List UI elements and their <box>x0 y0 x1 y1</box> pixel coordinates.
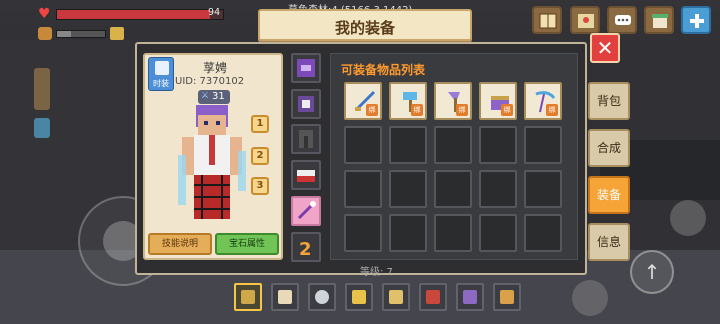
helmet-icon <box>297 59 315 77</box>
side-face-icon[interactable] <box>34 118 50 138</box>
staff-icon <box>297 201 316 220</box>
hotbar-slot-7[interactable] <box>456 283 484 311</box>
gem-attributes-button[interactable]: 宝石属性 <box>215 233 279 255</box>
empty-inventory-slot[interactable] <box>389 170 427 208</box>
equip-slot-accessory[interactable]: 2 <box>291 232 321 262</box>
sword-icon: ⚔ <box>201 91 210 101</box>
empty-inventory-slot[interactable] <box>344 126 382 164</box>
empty-inventory-slot[interactable] <box>524 126 562 164</box>
hotbar-slot-8[interactable] <box>493 283 521 311</box>
empty-inventory-slot[interactable] <box>389 214 427 252</box>
hotbar-slot-5[interactable] <box>382 283 410 311</box>
hotbar-slot-6[interactable] <box>419 283 447 311</box>
leggings-icon <box>299 130 313 148</box>
empty-inventory-slot[interactable] <box>524 170 562 208</box>
character-name: 莩娉 <box>202 61 227 75</box>
inventory-item[interactable]: 绑 <box>344 82 382 120</box>
title-banner: 我的装备 <box>258 9 472 41</box>
fashion-button[interactable]: 时装 <box>148 57 174 91</box>
hunger-bar <box>56 30 106 38</box>
level-readout: 等级: 7 <box>360 267 393 278</box>
empty-inventory-slot[interactable] <box>434 126 472 164</box>
inventory-item[interactable]: 绑 <box>524 82 562 120</box>
hotbar-slot-2[interactable] <box>271 283 299 311</box>
empty-inventory-slot[interactable] <box>479 214 517 252</box>
close-button[interactable]: ✕ <box>590 33 620 63</box>
inventory-title: 可装备物品列表 <box>341 63 426 77</box>
treasure-chest-icon <box>426 290 440 304</box>
bound-badge: 绑 <box>456 104 468 116</box>
character-uid: UID: 7370102 <box>175 76 245 87</box>
hunger-icon <box>38 27 52 40</box>
bound-badge: 绑 <box>501 104 513 116</box>
health-bar-fill <box>57 10 210 19</box>
necklace-icon: 2 <box>299 239 312 260</box>
book-icon <box>539 13 557 29</box>
empty-inventory-slot[interactable] <box>479 170 517 208</box>
empty-inventory-slot[interactable] <box>434 214 472 252</box>
hotbar-slot-3[interactable] <box>308 283 336 311</box>
sword-icon <box>241 290 255 304</box>
empty-inventory-slot[interactable] <box>524 214 562 252</box>
chat-button[interactable] <box>607 6 637 34</box>
tab-equipment[interactable]: 装备 <box>588 176 630 214</box>
inventory-item[interactable]: 绑 <box>389 82 427 120</box>
map-scroll-icon <box>389 290 403 304</box>
side-menu-tab[interactable] <box>34 68 50 110</box>
empty-inventory-slot[interactable] <box>434 170 472 208</box>
add-button[interactable] <box>681 6 711 34</box>
tab-crafting[interactable]: 合成 <box>588 129 630 167</box>
book-button[interactable] <box>532 6 562 34</box>
hotbar-slot-4[interactable] <box>345 283 373 311</box>
empty-inventory-slot[interactable] <box>479 126 517 164</box>
skill-description-button[interactable]: 技能说明 <box>148 233 212 255</box>
crystal-skill-button[interactable] <box>670 200 706 236</box>
skill-slot-2[interactable]: 2 <box>251 147 269 165</box>
bound-badge: 绑 <box>411 104 423 116</box>
bound-badge: 绑 <box>546 104 558 116</box>
skill-slot-1[interactable]: 1 <box>251 115 269 133</box>
ticket-icon <box>352 290 366 304</box>
tab-info[interactable]: 信息 <box>588 223 630 261</box>
boots-icon <box>297 170 315 182</box>
shirt-icon <box>155 61 169 75</box>
equip-slot-weapon[interactable] <box>291 196 321 226</box>
chat-icon <box>615 15 631 25</box>
tab-backpack[interactable]: 背包 <box>588 82 630 120</box>
svg-text:2: 2 <box>299 239 312 260</box>
backpack-icon <box>500 290 514 304</box>
shop-button[interactable] <box>644 6 674 34</box>
scroll-icon <box>278 290 292 304</box>
plate-icon <box>315 290 329 304</box>
shop-icon <box>652 14 668 28</box>
equip-slot-helmet[interactable] <box>291 53 321 83</box>
equip-slot-boots[interactable] <box>291 160 321 190</box>
map-icon <box>578 14 594 28</box>
combat-power-badge: ⚔ 31 <box>198 90 230 104</box>
health-value: 94 <box>208 7 221 18</box>
potion-icon <box>463 290 477 304</box>
armor-icon <box>298 96 314 112</box>
inventory-item[interactable]: 绑 <box>479 82 517 120</box>
bound-badge: 绑 <box>366 104 378 116</box>
heart-icon: ♥ <box>38 6 51 22</box>
page-title: 我的装备 <box>334 19 395 37</box>
empty-inventory-slot[interactable] <box>344 170 382 208</box>
fashion-label: 时装 <box>153 79 169 88</box>
skill-slot-3[interactable]: 3 <box>251 177 269 195</box>
jump-button[interactable]: ↑ <box>630 250 674 294</box>
hotbar-slot-1[interactable] <box>234 283 262 311</box>
combat-power-value: 31 <box>212 91 225 102</box>
equip-slot-legs[interactable] <box>291 124 321 154</box>
experience-icon <box>110 27 124 40</box>
empty-inventory-slot[interactable] <box>344 214 382 252</box>
empty-inventory-slot[interactable] <box>389 126 427 164</box>
plus-icon <box>690 14 704 28</box>
map-button[interactable] <box>570 6 600 34</box>
character-avatar <box>178 105 246 219</box>
equip-slot-chest[interactable] <box>291 89 321 119</box>
attack-button[interactable] <box>572 280 608 316</box>
health-bar <box>56 9 224 20</box>
inventory-item[interactable]: 绑 <box>434 82 472 120</box>
